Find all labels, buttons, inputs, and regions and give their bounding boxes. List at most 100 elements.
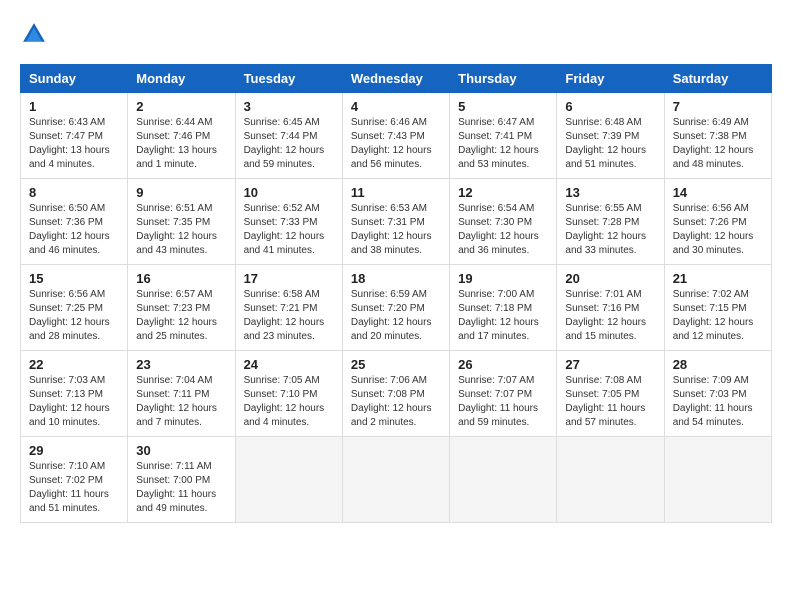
day-number: 5	[458, 99, 548, 114]
day-number: 20	[565, 271, 655, 286]
calendar-day-cell: 12 Sunrise: 6:54 AM Sunset: 7:30 PM Dayl…	[450, 179, 557, 265]
day-info: Sunrise: 6:55 AM Sunset: 7:28 PM Dayligh…	[565, 202, 655, 258]
day-info: Sunrise: 6:57 AM Sunset: 7:23 PM Dayligh…	[136, 288, 226, 344]
day-info: Sunrise: 6:56 AM Sunset: 7:26 PM Dayligh…	[673, 202, 763, 258]
calendar-day-cell: 1 Sunrise: 6:43 AM Sunset: 7:47 PM Dayli…	[21, 93, 128, 179]
day-info: Sunrise: 6:45 AM Sunset: 7:44 PM Dayligh…	[244, 116, 334, 172]
day-info: Sunrise: 7:03 AM Sunset: 7:13 PM Dayligh…	[29, 374, 119, 430]
day-info: Sunrise: 7:02 AM Sunset: 7:15 PM Dayligh…	[673, 288, 763, 344]
calendar-day-cell: 30 Sunrise: 7:11 AM Sunset: 7:00 PM Dayl…	[128, 437, 235, 523]
day-number: 6	[565, 99, 655, 114]
day-number: 28	[673, 357, 763, 372]
day-number: 10	[244, 185, 334, 200]
calendar-day-cell: 7 Sunrise: 6:49 AM Sunset: 7:38 PM Dayli…	[664, 93, 771, 179]
calendar-day-cell: 27 Sunrise: 7:08 AM Sunset: 7:05 PM Dayl…	[557, 351, 664, 437]
day-info: Sunrise: 6:47 AM Sunset: 7:41 PM Dayligh…	[458, 116, 548, 172]
calendar-day-cell: 22 Sunrise: 7:03 AM Sunset: 7:13 PM Dayl…	[21, 351, 128, 437]
day-info: Sunrise: 7:00 AM Sunset: 7:18 PM Dayligh…	[458, 288, 548, 344]
weekday-header-saturday: Saturday	[664, 65, 771, 93]
calendar-day-cell: 25 Sunrise: 7:06 AM Sunset: 7:08 PM Dayl…	[342, 351, 449, 437]
calendar-day-cell: 4 Sunrise: 6:46 AM Sunset: 7:43 PM Dayli…	[342, 93, 449, 179]
day-number: 22	[29, 357, 119, 372]
day-info: Sunrise: 7:11 AM Sunset: 7:00 PM Dayligh…	[136, 460, 226, 516]
calendar-day-cell: 10 Sunrise: 6:52 AM Sunset: 7:33 PM Dayl…	[235, 179, 342, 265]
calendar-week-row: 22 Sunrise: 7:03 AM Sunset: 7:13 PM Dayl…	[21, 351, 772, 437]
calendar-week-row: 1 Sunrise: 6:43 AM Sunset: 7:47 PM Dayli…	[21, 93, 772, 179]
weekday-header-friday: Friday	[557, 65, 664, 93]
day-info: Sunrise: 6:48 AM Sunset: 7:39 PM Dayligh…	[565, 116, 655, 172]
header	[20, 20, 772, 48]
day-info: Sunrise: 7:01 AM Sunset: 7:16 PM Dayligh…	[565, 288, 655, 344]
calendar-day-cell: 20 Sunrise: 7:01 AM Sunset: 7:16 PM Dayl…	[557, 265, 664, 351]
calendar-day-cell: 3 Sunrise: 6:45 AM Sunset: 7:44 PM Dayli…	[235, 93, 342, 179]
day-number: 18	[351, 271, 441, 286]
logo-icon	[20, 20, 48, 48]
calendar-day-cell: 26 Sunrise: 7:07 AM Sunset: 7:07 PM Dayl…	[450, 351, 557, 437]
calendar-day-cell: 16 Sunrise: 6:57 AM Sunset: 7:23 PM Dayl…	[128, 265, 235, 351]
day-number: 3	[244, 99, 334, 114]
weekday-header-tuesday: Tuesday	[235, 65, 342, 93]
calendar-day-cell: 19 Sunrise: 7:00 AM Sunset: 7:18 PM Dayl…	[450, 265, 557, 351]
calendar-day-cell: 24 Sunrise: 7:05 AM Sunset: 7:10 PM Dayl…	[235, 351, 342, 437]
day-number: 9	[136, 185, 226, 200]
day-info: Sunrise: 6:49 AM Sunset: 7:38 PM Dayligh…	[673, 116, 763, 172]
day-info: Sunrise: 6:56 AM Sunset: 7:25 PM Dayligh…	[29, 288, 119, 344]
day-info: Sunrise: 6:43 AM Sunset: 7:47 PM Dayligh…	[29, 116, 119, 172]
day-number: 27	[565, 357, 655, 372]
day-number: 13	[565, 185, 655, 200]
weekday-header-monday: Monday	[128, 65, 235, 93]
calendar-day-cell: 17 Sunrise: 6:58 AM Sunset: 7:21 PM Dayl…	[235, 265, 342, 351]
calendar-day-cell: 23 Sunrise: 7:04 AM Sunset: 7:11 PM Dayl…	[128, 351, 235, 437]
day-number: 19	[458, 271, 548, 286]
calendar-day-cell: 21 Sunrise: 7:02 AM Sunset: 7:15 PM Dayl…	[664, 265, 771, 351]
calendar-day-cell: 29 Sunrise: 7:10 AM Sunset: 7:02 PM Dayl…	[21, 437, 128, 523]
calendar-day-cell: 18 Sunrise: 6:59 AM Sunset: 7:20 PM Dayl…	[342, 265, 449, 351]
weekday-header-row: SundayMondayTuesdayWednesdayThursdayFrid…	[21, 65, 772, 93]
day-number: 15	[29, 271, 119, 286]
day-info: Sunrise: 6:59 AM Sunset: 7:20 PM Dayligh…	[351, 288, 441, 344]
calendar-day-cell: 28 Sunrise: 7:09 AM Sunset: 7:03 PM Dayl…	[664, 351, 771, 437]
day-number: 24	[244, 357, 334, 372]
calendar-day-cell: 5 Sunrise: 6:47 AM Sunset: 7:41 PM Dayli…	[450, 93, 557, 179]
day-number: 14	[673, 185, 763, 200]
calendar-day-cell: 9 Sunrise: 6:51 AM Sunset: 7:35 PM Dayli…	[128, 179, 235, 265]
calendar-day-cell	[235, 437, 342, 523]
day-number: 1	[29, 99, 119, 114]
calendar-week-row: 29 Sunrise: 7:10 AM Sunset: 7:02 PM Dayl…	[21, 437, 772, 523]
calendar-day-cell: 15 Sunrise: 6:56 AM Sunset: 7:25 PM Dayl…	[21, 265, 128, 351]
calendar-day-cell	[557, 437, 664, 523]
day-number: 11	[351, 185, 441, 200]
day-info: Sunrise: 6:46 AM Sunset: 7:43 PM Dayligh…	[351, 116, 441, 172]
day-info: Sunrise: 6:50 AM Sunset: 7:36 PM Dayligh…	[29, 202, 119, 258]
day-info: Sunrise: 7:10 AM Sunset: 7:02 PM Dayligh…	[29, 460, 119, 516]
weekday-header-wednesday: Wednesday	[342, 65, 449, 93]
calendar-day-cell: 6 Sunrise: 6:48 AM Sunset: 7:39 PM Dayli…	[557, 93, 664, 179]
day-number: 25	[351, 357, 441, 372]
calendar: SundayMondayTuesdayWednesdayThursdayFrid…	[20, 64, 772, 523]
calendar-day-cell: 11 Sunrise: 6:53 AM Sunset: 7:31 PM Dayl…	[342, 179, 449, 265]
day-number: 29	[29, 443, 119, 458]
day-info: Sunrise: 7:05 AM Sunset: 7:10 PM Dayligh…	[244, 374, 334, 430]
logo	[20, 20, 52, 48]
day-number: 17	[244, 271, 334, 286]
calendar-week-row: 8 Sunrise: 6:50 AM Sunset: 7:36 PM Dayli…	[21, 179, 772, 265]
calendar-week-row: 15 Sunrise: 6:56 AM Sunset: 7:25 PM Dayl…	[21, 265, 772, 351]
calendar-day-cell: 2 Sunrise: 6:44 AM Sunset: 7:46 PM Dayli…	[128, 93, 235, 179]
day-number: 8	[29, 185, 119, 200]
day-info: Sunrise: 7:09 AM Sunset: 7:03 PM Dayligh…	[673, 374, 763, 430]
day-number: 16	[136, 271, 226, 286]
calendar-day-cell: 8 Sunrise: 6:50 AM Sunset: 7:36 PM Dayli…	[21, 179, 128, 265]
calendar-day-cell: 14 Sunrise: 6:56 AM Sunset: 7:26 PM Dayl…	[664, 179, 771, 265]
day-info: Sunrise: 6:58 AM Sunset: 7:21 PM Dayligh…	[244, 288, 334, 344]
calendar-day-cell	[664, 437, 771, 523]
day-number: 2	[136, 99, 226, 114]
day-number: 23	[136, 357, 226, 372]
day-info: Sunrise: 7:06 AM Sunset: 7:08 PM Dayligh…	[351, 374, 441, 430]
day-info: Sunrise: 6:51 AM Sunset: 7:35 PM Dayligh…	[136, 202, 226, 258]
day-number: 4	[351, 99, 441, 114]
day-info: Sunrise: 7:08 AM Sunset: 7:05 PM Dayligh…	[565, 374, 655, 430]
day-number: 12	[458, 185, 548, 200]
day-number: 26	[458, 357, 548, 372]
day-info: Sunrise: 6:54 AM Sunset: 7:30 PM Dayligh…	[458, 202, 548, 258]
calendar-day-cell	[342, 437, 449, 523]
